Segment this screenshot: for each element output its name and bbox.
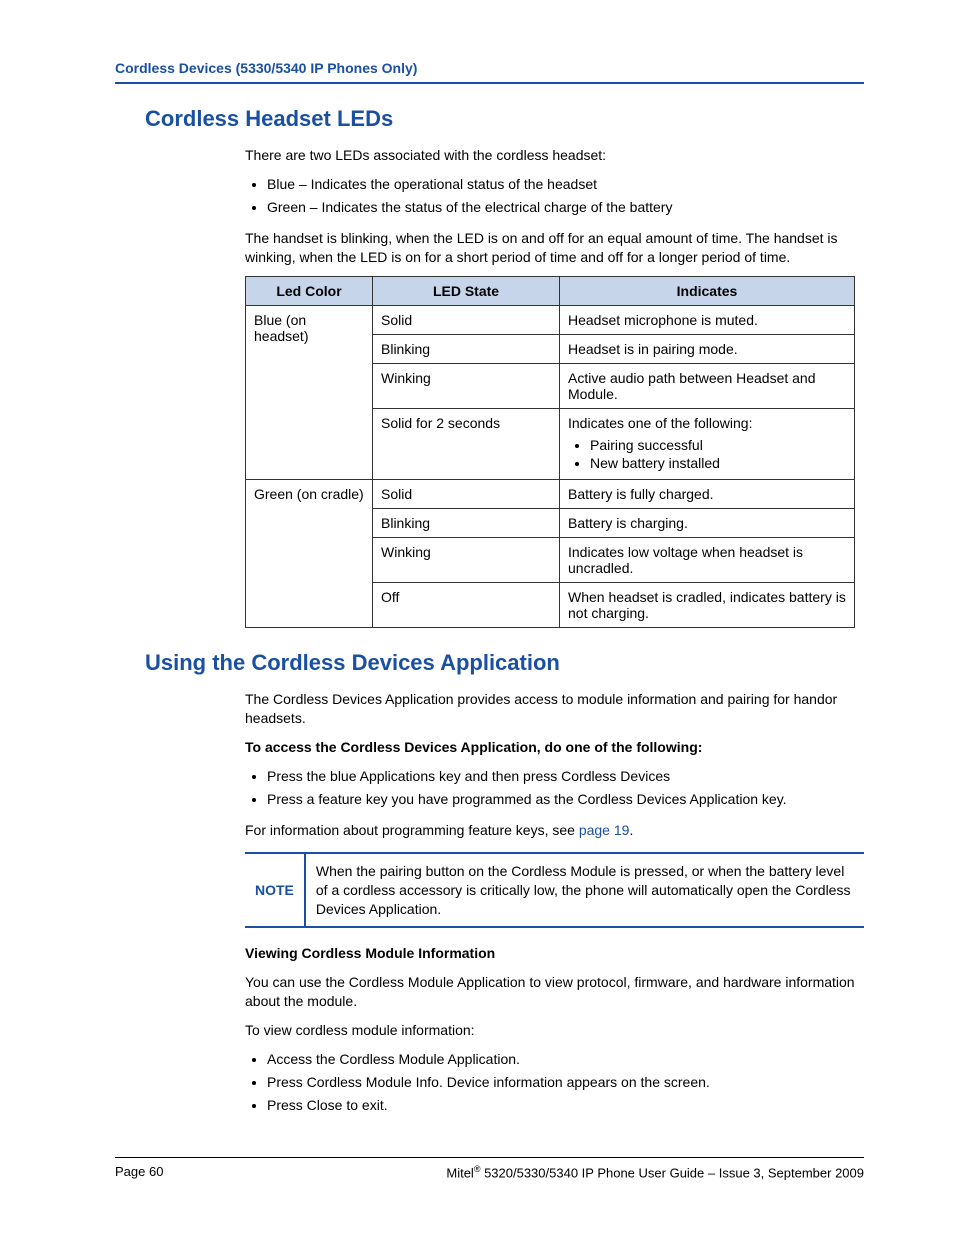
cell-indicates: Active audio path between Headset and Mo… (560, 364, 855, 409)
cell-state: Off (373, 583, 560, 628)
table-row: Green (on cradle) Solid Battery is fully… (246, 480, 855, 509)
document-page: Cordless Devices (5330/5340 IP Phones On… (0, 0, 954, 1235)
table-row: Blue (on headset) Solid Headset micropho… (246, 306, 855, 335)
cell-indicates: Battery is charging. (560, 509, 855, 538)
note-label: NOTE (245, 854, 306, 927)
cell-indicates: When headset is cradled, indicates batte… (560, 583, 855, 628)
section-heading-app: Using the Cordless Devices Application (145, 650, 864, 676)
cell-state: Solid (373, 306, 560, 335)
prog-para: For information about programming featur… (245, 821, 864, 840)
col-header: Led Color (246, 277, 373, 306)
bullet-item: Blue – Indicates the operational status … (267, 175, 864, 194)
section-heading-leds: Cordless Headset LEDs (145, 106, 864, 132)
footer-left: Page 60 (115, 1164, 163, 1180)
sub-heading: To access the Cordless Devices Applicati… (245, 738, 864, 757)
bullet-item: Green – Indicates the status of the elec… (267, 198, 864, 217)
led-bullets: Blue – Indicates the operational status … (245, 175, 864, 217)
cell-lead: Indicates one of the following: (568, 415, 752, 431)
page-footer: Page 60 Mitel® 5320/5330/5340 IP Phone U… (115, 1157, 864, 1180)
cell-led-color: Green (on cradle) (246, 480, 373, 628)
running-header: Cordless Devices (5330/5340 IP Phones On… (115, 60, 864, 84)
cell-sub-item: Pairing successful (590, 437, 846, 453)
cell-indicates: Indicates low voltage when headset is un… (560, 538, 855, 583)
para-text: You can use the Cordless Module Applicat… (245, 973, 864, 1011)
cell-state: Blinking (373, 509, 560, 538)
cell-indicates: Headset microphone is muted. (560, 306, 855, 335)
footer-text: 5320/5330/5340 IP Phone User Guide – Iss… (480, 1165, 864, 1180)
footer-brand: Mitel (446, 1165, 473, 1180)
table-header-row: Led Color LED State Indicates (246, 277, 855, 306)
col-header: Indicates (560, 277, 855, 306)
bullet-item: Press a feature key you have programmed … (267, 790, 864, 809)
cell-indicates: Indicates one of the following: Pairing … (560, 409, 855, 480)
page-link[interactable]: page 19 (579, 822, 630, 838)
section2-body: The Cordless Devices Application provide… (245, 690, 864, 1114)
note-content: When the pairing button on the Cordless … (306, 854, 864, 927)
cell-sub-item: New battery installed (590, 455, 846, 471)
cell-indicates: Headset is in pairing mode. (560, 335, 855, 364)
bullet-item: Press Cordless Module Info. Device infor… (267, 1073, 864, 1092)
section1-body: There are two LEDs associated with the c… (245, 146, 864, 628)
bullet-item: Press the blue Applications key and then… (267, 767, 864, 786)
cell-state: Solid for 2 seconds (373, 409, 560, 480)
para-text: The Cordless Devices Application provide… (245, 690, 864, 728)
prog-text: For information about programming featur… (245, 822, 579, 838)
cell-led-color: Blue (on headset) (246, 306, 373, 480)
cell-state: Winking (373, 538, 560, 583)
view-bullets: Access the Cordless Module Application. … (245, 1050, 864, 1115)
bullet-item: Press Close to exit. (267, 1096, 864, 1115)
col-header: LED State (373, 277, 560, 306)
cell-state: Winking (373, 364, 560, 409)
para-text: The handset is blinking, when the LED is… (245, 229, 864, 267)
sub-heading: Viewing Cordless Module Information (245, 944, 864, 963)
led-table: Led Color LED State Indicates Blue (on h… (245, 276, 855, 628)
footer-right: Mitel® 5320/5330/5340 IP Phone User Guid… (446, 1164, 864, 1180)
cell-indicates: Battery is fully charged. (560, 480, 855, 509)
cell-state: Blinking (373, 335, 560, 364)
bullet-item: Access the Cordless Module Application. (267, 1050, 864, 1069)
prog-after: . (629, 822, 633, 838)
note-box: NOTE When the pairing button on the Cord… (245, 852, 864, 929)
para-text: To view cordless module information: (245, 1021, 864, 1040)
access-bullets: Press the blue Applications key and then… (245, 767, 864, 809)
cell-state: Solid (373, 480, 560, 509)
intro-text: There are two LEDs associated with the c… (245, 146, 864, 165)
